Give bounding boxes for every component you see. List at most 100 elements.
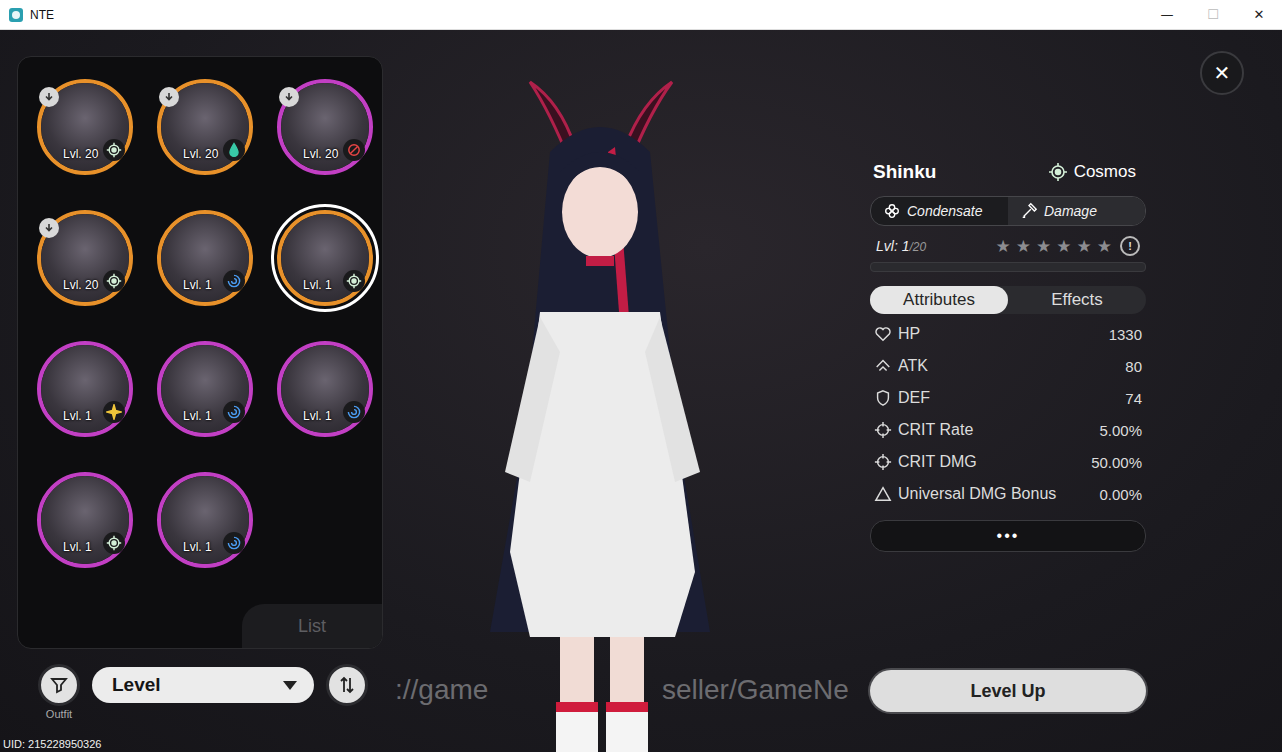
element-icon [103, 270, 125, 292]
portrait-level: Lvl. 20 [63, 147, 98, 161]
portrait-level: Lvl. 1 [183, 540, 212, 554]
outfit-label[interactable]: Outfit [46, 708, 72, 720]
stat-label: ATK [898, 357, 928, 375]
character-portrait[interactable]: Lvl. 1 [277, 341, 373, 437]
portrait-level: Lvl. 1 [303, 409, 332, 423]
dropdown-arrow-icon [282, 679, 298, 691]
character-portrait[interactable]: Lvl. 20 [37, 210, 133, 306]
roster-panel: Lvl. 20 Lvl. 20 Lvl. 20 Lvl. 20 Lvl. 1 Lvl. 1… [17, 56, 383, 649]
close-button[interactable]: ✕ [1200, 51, 1244, 95]
character-portrait[interactable]: Lvl. 1 [37, 341, 133, 437]
level-text: Lvl: 1/20 [876, 238, 926, 254]
stat-row: HP 1330 [870, 318, 1146, 350]
character-grid: Lvl. 20 Lvl. 20 Lvl. 20 Lvl. 20 Lvl. 1 Lvl. 1… [18, 57, 382, 568]
portrait-level: Lvl. 1 [63, 409, 92, 423]
info-button[interactable]: ! [1120, 236, 1140, 256]
stat-label: CRIT DMG [898, 453, 977, 471]
element-icon [343, 139, 365, 161]
more-button[interactable]: ••• [870, 520, 1146, 552]
stat-value: 74 [1125, 390, 1142, 407]
sort-dropdown[interactable]: Level [92, 667, 314, 703]
star-icon: ★ [1097, 236, 1112, 256]
character-info-panel: ShinkuCosmosCondensateDamageLvl: 1/20★★★… [870, 30, 1146, 752]
filter-icon [49, 675, 69, 695]
character-portrait[interactable]: Lvl. 1 [37, 472, 133, 568]
character-portrait[interactable]: Lvl. 1 [277, 210, 373, 306]
download-icon [39, 218, 59, 238]
info-tab[interactable]: Effects [1008, 286, 1146, 314]
stat-label: DEF [898, 389, 930, 407]
star-icon: ★ [1036, 236, 1051, 256]
bonus-icon [874, 485, 892, 503]
role-tag: Damage [1008, 197, 1145, 225]
watermark: seller/GameNe [662, 674, 849, 706]
element-icon [343, 401, 365, 423]
stat-value: 1330 [1109, 326, 1142, 343]
character-portrait[interactable]: Lvl. 20 [277, 79, 373, 175]
character-portrait[interactable]: Lvl. 20 [157, 79, 253, 175]
element-icon [223, 532, 245, 554]
stat-value: 0.00% [1099, 486, 1142, 503]
element-icon [223, 270, 245, 292]
stat-list: HP 1330 ATK 80 DEF 74 CRIT Rate 5.00% CRIT DMG50… [870, 318, 1146, 510]
element-icon [223, 401, 245, 423]
role-tag-icon [883, 202, 901, 220]
portrait-level: Lvl. 20 [183, 147, 218, 161]
role-tag: Condensate [871, 197, 1008, 225]
title-bar: NTE—☐✕ [0, 0, 1282, 30]
sort-order-icon [337, 675, 357, 695]
stat-value: 5.00% [1099, 422, 1142, 439]
star-rating: ★★★★★★ [996, 236, 1113, 256]
character-portrait[interactable]: Lvl. 1 [157, 210, 253, 306]
element-label: Cosmos [1074, 162, 1136, 182]
roster-controls: Outfit Level [17, 667, 383, 720]
stat-row: DEF 74 [870, 382, 1146, 414]
portrait-level: Lvl. 20 [63, 278, 98, 292]
sort-order-button[interactable] [326, 664, 368, 706]
character-name: Shinku [873, 161, 936, 183]
stat-row: ATK 80 [870, 350, 1146, 382]
download-icon [279, 87, 299, 107]
role-tags: CondensateDamage [870, 196, 1146, 226]
element-icon [223, 139, 245, 161]
element-icon [1048, 162, 1068, 182]
window-control-button[interactable]: — [1144, 0, 1190, 29]
info-tabs: AttributesEffects [870, 286, 1146, 314]
element-icon [343, 270, 365, 292]
window-controls: —☐✕ [1144, 0, 1282, 29]
filter-button[interactable] [38, 664, 80, 706]
stat-value: 80 [1125, 358, 1142, 375]
portrait-level: Lvl. 1 [183, 278, 212, 292]
exp-bar [870, 262, 1146, 272]
filter-group: Outfit [38, 667, 80, 720]
level-up-button[interactable]: Level Up [870, 670, 1146, 712]
character-element: Cosmos [1048, 162, 1136, 182]
crit-icon [874, 453, 892, 471]
crit-icon [874, 421, 892, 439]
panel-footer: List [18, 604, 382, 648]
portrait-level: Lvl. 1 [183, 409, 212, 423]
game-window: NTE—☐✕://gameseller/GameNeLvl. 20Lvl. 20… [0, 0, 1282, 752]
star-icon: ★ [1056, 236, 1071, 256]
window-control-button[interactable]: ✕ [1236, 0, 1282, 29]
close-column: ✕ [1146, 30, 1282, 752]
character-stage [383, 30, 870, 752]
stat-row: CRIT DMG50.00% [870, 446, 1146, 478]
star-icon: ★ [1077, 236, 1092, 256]
stat-label: CRIT Rate [898, 421, 973, 439]
character-portrait[interactable]: Lvl. 1 [157, 341, 253, 437]
hp-icon [874, 325, 892, 343]
stat-row: Universal DMG Bonus 0.00% [870, 478, 1146, 510]
level-row: Lvl: 1/20 ★★★★★★! [870, 236, 1146, 256]
character-portrait[interactable]: Lvl. 1 [157, 472, 253, 568]
stat-label: HP [898, 325, 920, 343]
sort-label: Level [112, 674, 161, 696]
def-icon [874, 389, 892, 407]
list-tab[interactable]: List [242, 604, 382, 648]
character-portrait[interactable]: Lvl. 20 [37, 79, 133, 175]
portrait-level: Lvl. 20 [303, 147, 338, 161]
stat-label: Universal DMG Bonus [898, 485, 1056, 503]
download-icon [159, 87, 179, 107]
star-icon: ★ [996, 236, 1011, 256]
info-tab[interactable]: Attributes [870, 286, 1008, 314]
